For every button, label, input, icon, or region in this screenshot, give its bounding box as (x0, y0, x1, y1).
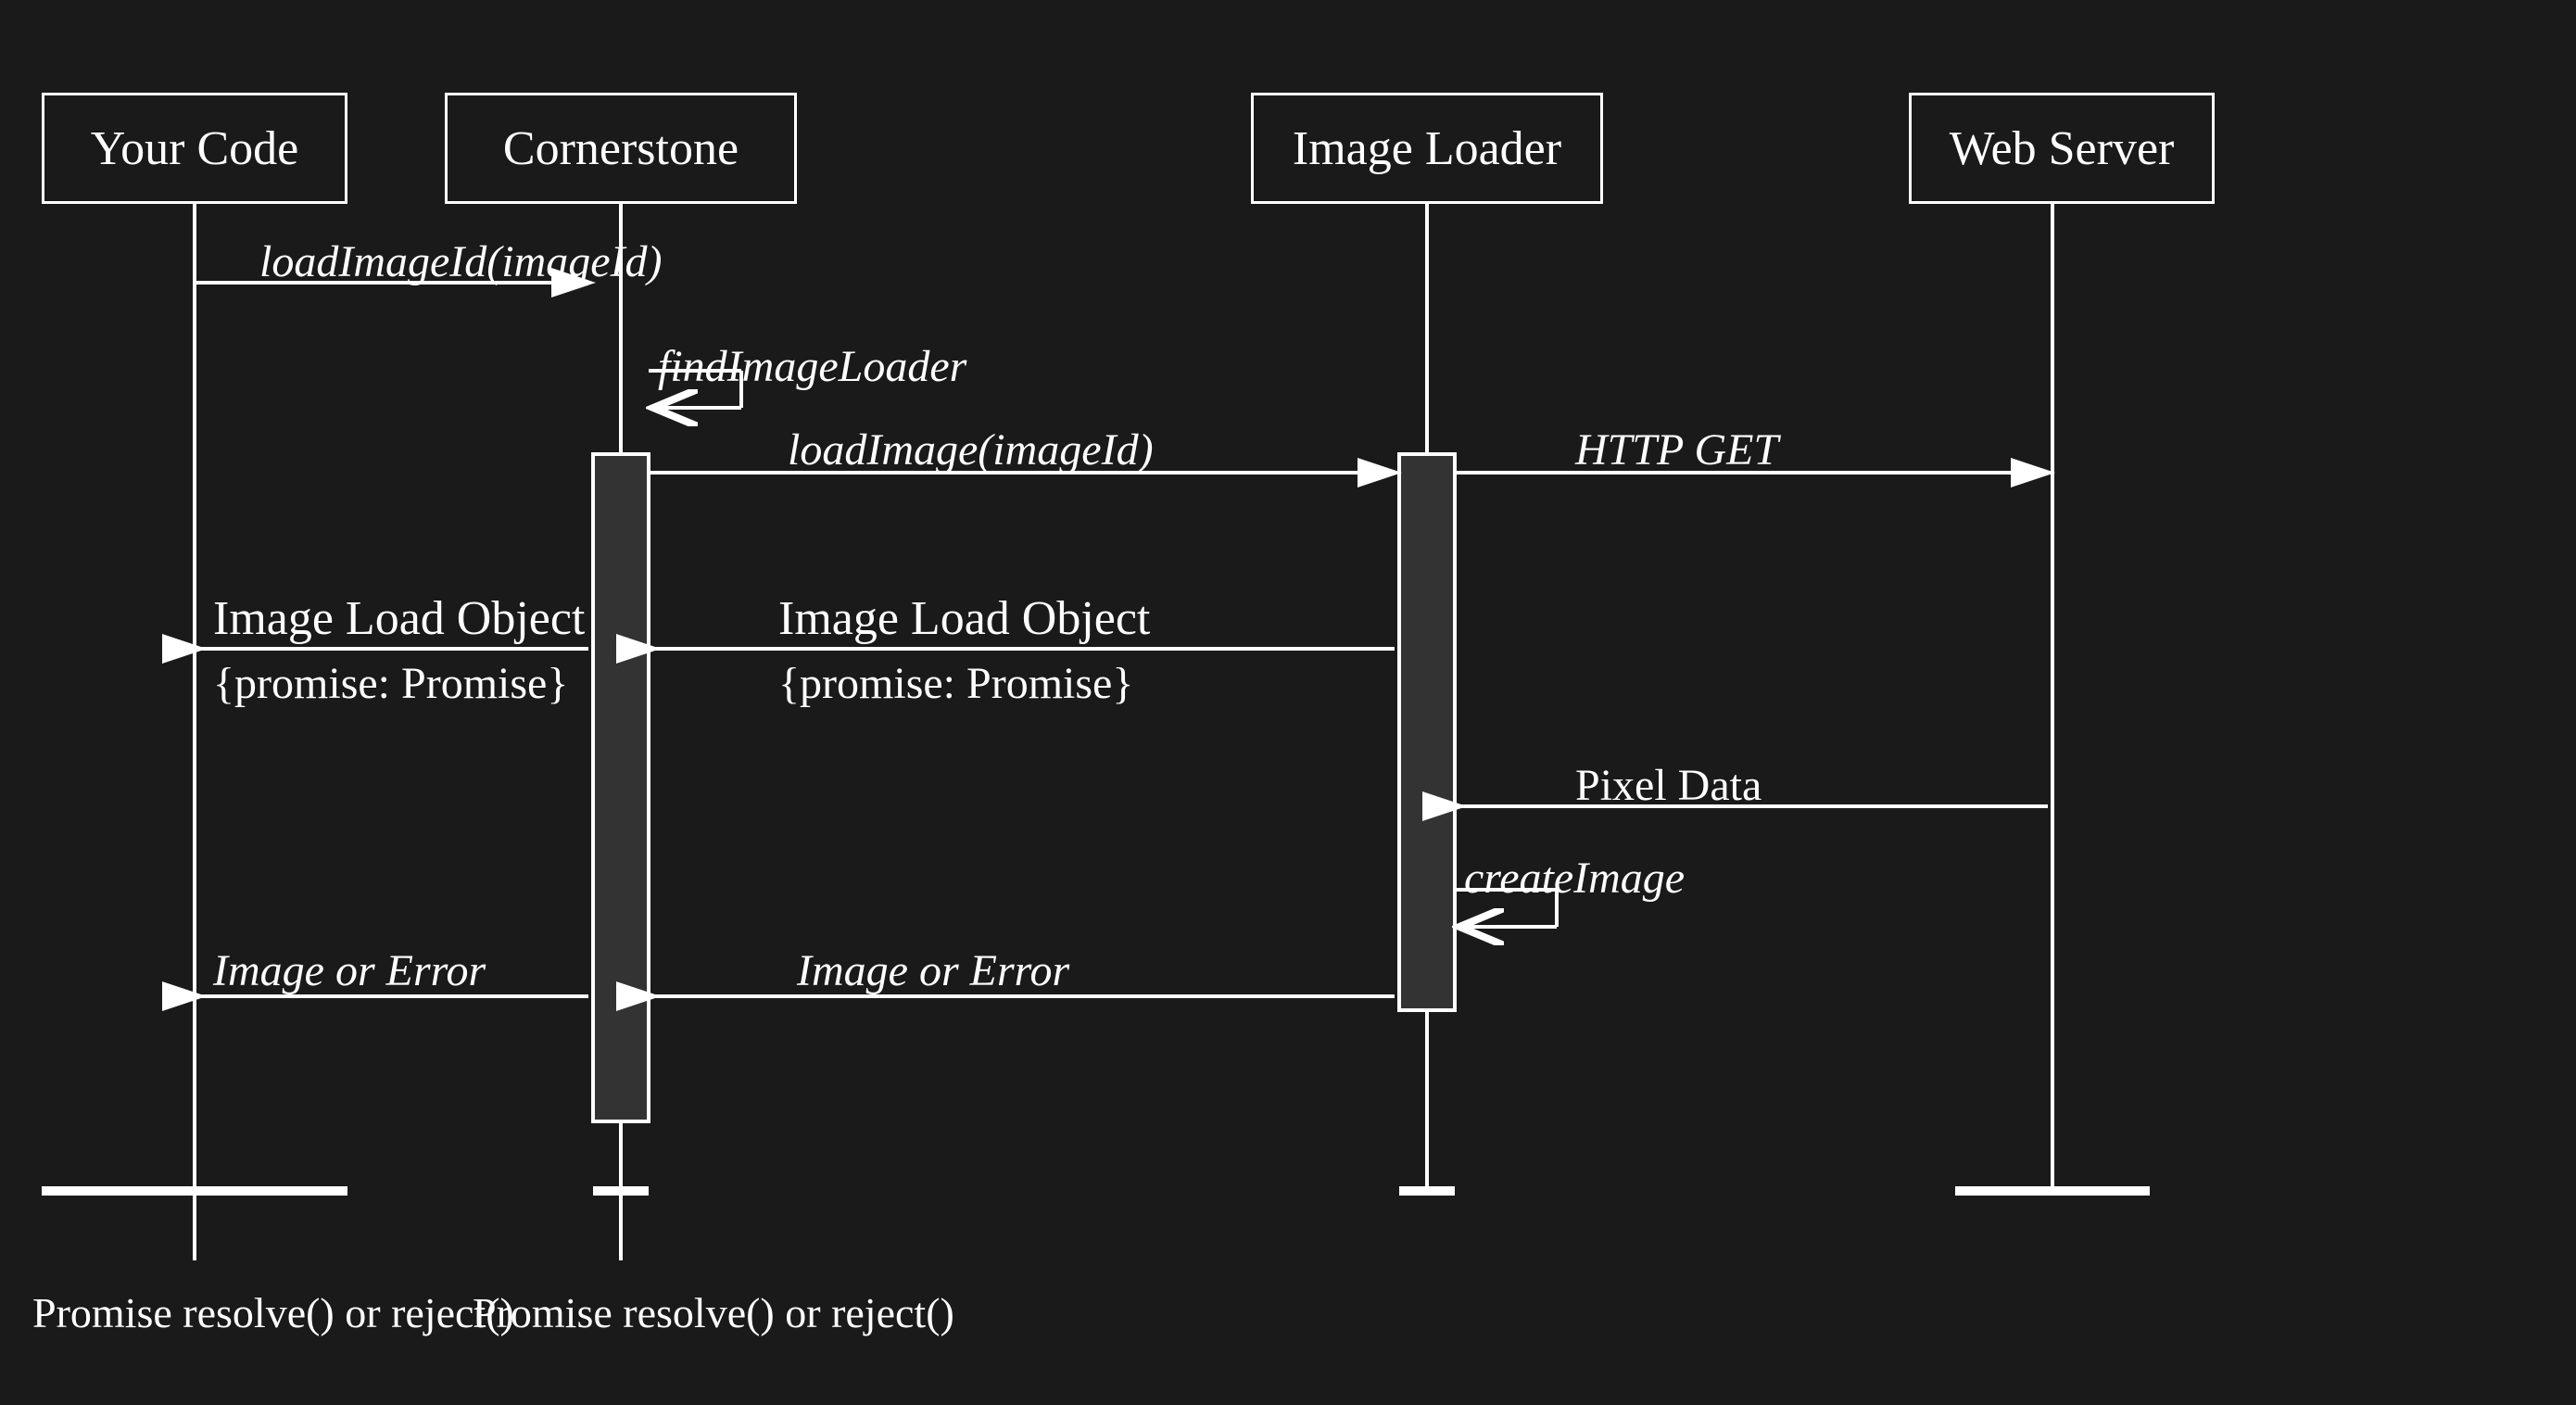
actor-image-loader: Image Loader (1251, 93, 1603, 204)
msg-http-get: HTTP GET (1575, 424, 1778, 475)
msg-image-load-obj-2-line2: {promise: Promise} (778, 658, 1133, 709)
msg-pixel-data: Pixel Data (1575, 760, 1762, 811)
msg-image-load-obj-1-line2: {promise: Promise} (213, 658, 568, 709)
actor-image-loader-label: Image Loader (1293, 121, 1561, 176)
msg-image-or-error-2: Image or Error (797, 945, 1069, 996)
actor-web-server: Web Server (1909, 93, 2215, 204)
msg-image-load-obj-2-line1: Image Load Object (778, 591, 1150, 646)
msg-load-image-2: loadImage(imageId) (788, 424, 1154, 475)
actor-web-server-label: Web Server (1950, 121, 2175, 176)
msg-load-image-1: loadImageId(imageId) (259, 236, 663, 287)
footer-promise-1: Promise resolve() or reject() (32, 1288, 514, 1337)
sequence-diagram: Your Code Cornerstone Image Loader Web S… (0, 0, 2576, 1405)
msg-create-image: createImage (1464, 853, 1685, 904)
footer-promise-2: Promise resolve() or reject() (473, 1288, 954, 1337)
actor-cornerstone-label: Cornerstone (503, 121, 739, 176)
msg-image-load-obj-1-line1: Image Load Object (213, 591, 585, 646)
actor-your-code: Your Code (42, 93, 347, 204)
actor-your-code-label: Your Code (91, 121, 298, 176)
msg-image-or-error-1: Image or Error (213, 945, 486, 996)
actor-cornerstone: Cornerstone (445, 93, 797, 204)
msg-find-image-loader: findImageLoader (658, 341, 966, 392)
